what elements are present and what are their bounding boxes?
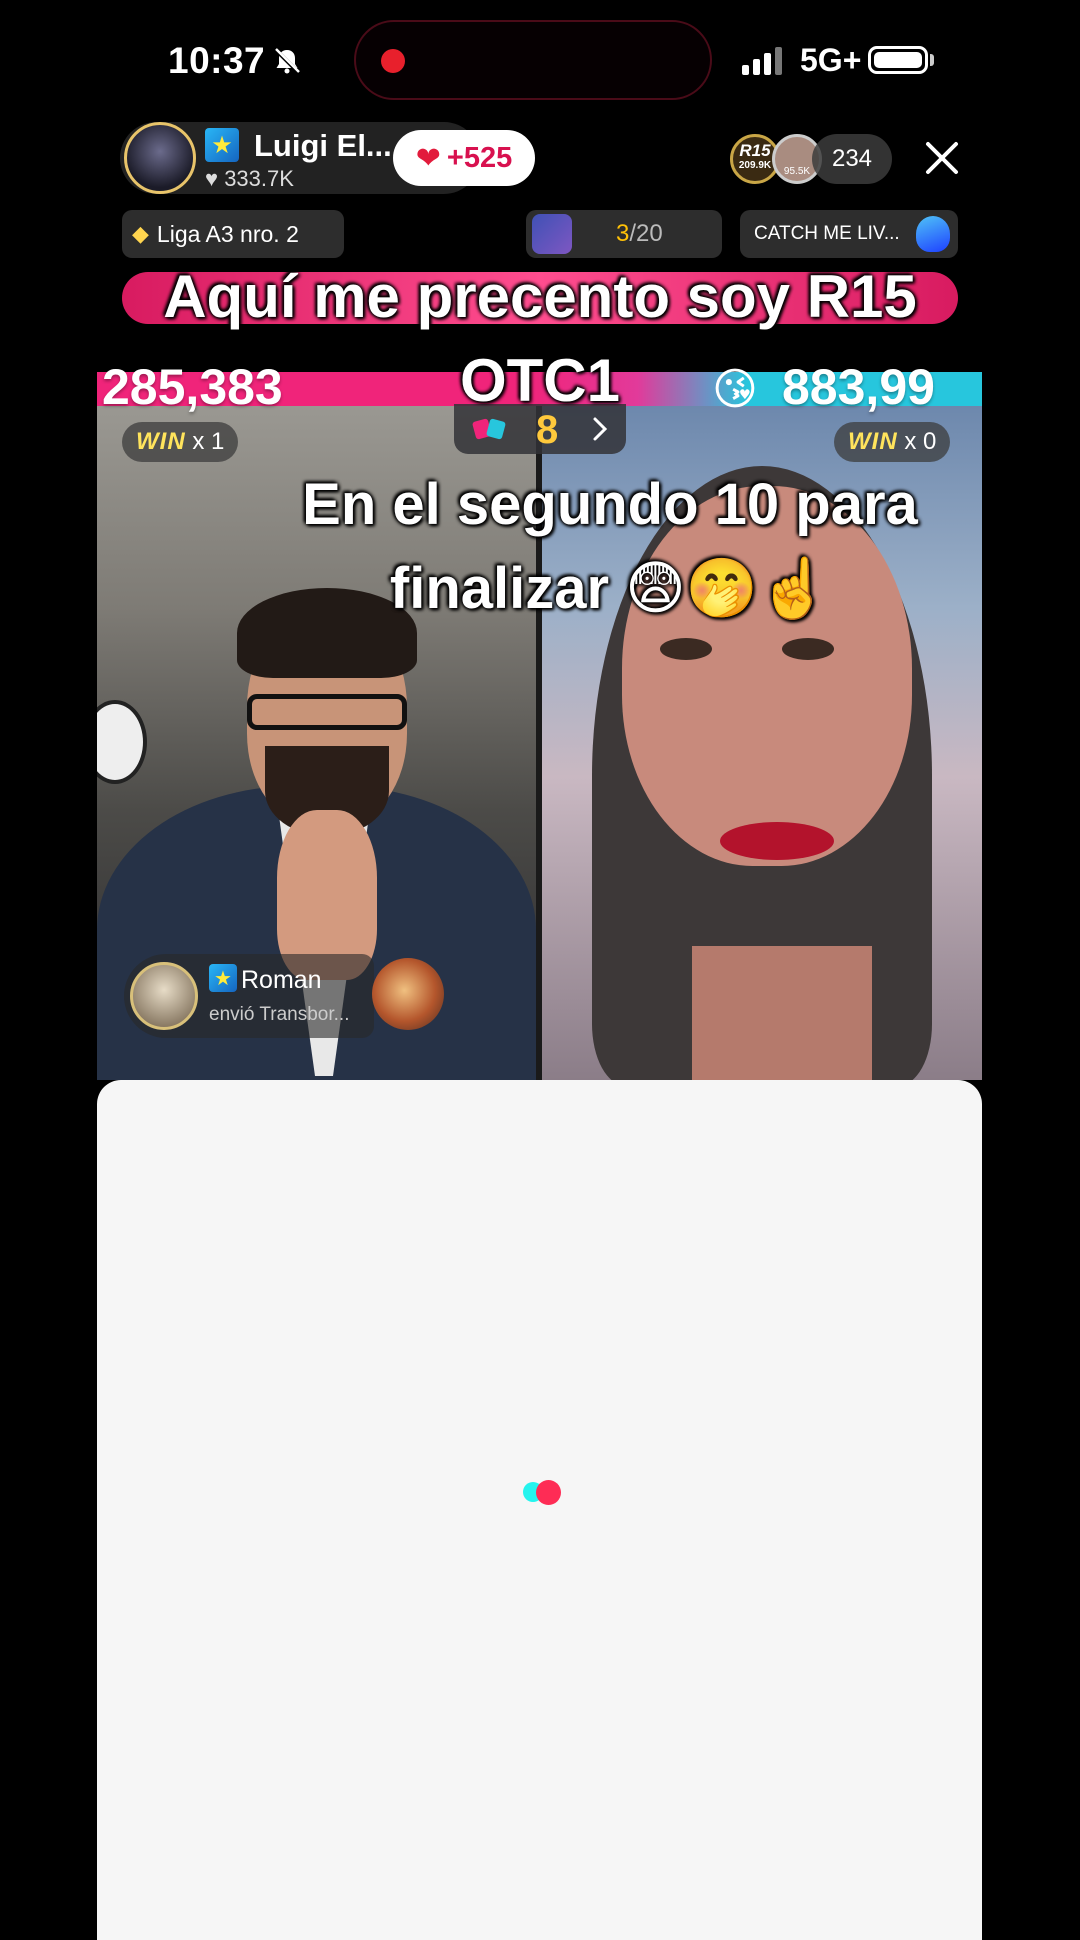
flame-icon [916, 216, 950, 252]
caption-line-2: En el segundo 10 para [302, 472, 918, 537]
caption-line-1b: OTC1 [459, 347, 621, 414]
rocket-gift-icon [372, 958, 444, 1030]
battery-tip [930, 54, 934, 66]
signal-icon [742, 47, 782, 75]
recording-indicator-icon [381, 49, 405, 73]
network-type: 5G+ [800, 42, 862, 78]
like-boost-value: +525 [446, 141, 513, 174]
right-win-streak: WIN x 0 [834, 422, 951, 462]
gift-sender-avatar[interactable] [130, 962, 198, 1030]
rank-total: /20 [629, 220, 663, 247]
caption-line-2b: finalizar 😨🤭☝️ [389, 556, 831, 621]
left-win-count: x 1 [192, 428, 225, 455]
viewer-count[interactable]: 234 [812, 134, 892, 184]
top-viewer-score: 209.9K [738, 160, 772, 171]
status-time: 10:37 [168, 40, 266, 81]
dynamic-island [354, 20, 712, 100]
gift-sender-name: Roman [241, 966, 322, 994]
top-viewer-label: R15 [739, 141, 771, 160]
host-avatar[interactable] [124, 122, 196, 194]
close-icon[interactable] [922, 138, 962, 178]
win-label: WIN [136, 428, 186, 455]
chevron-right-icon [593, 417, 608, 441]
gift-message: envió Transbor... [209, 1004, 350, 1025]
second-viewer-score: 95.5K [783, 166, 811, 177]
host-likes-count: 333.7K [224, 166, 294, 191]
right-win-count: x 0 [904, 428, 937, 455]
host-name[interactable]: Luigi El... [254, 128, 392, 164]
league-badge[interactable]: ◆ Liga A3 nro. 2 [122, 210, 344, 258]
battery-icon [868, 46, 928, 74]
diamond-icon: ◆ [132, 221, 149, 246]
star-badge-icon: ★ [209, 964, 237, 992]
heart-icon: ❤ [415, 141, 441, 175]
like-boost-button[interactable]: ❤ +525 [393, 130, 535, 186]
promo-label: CATCH ME LIV... [754, 223, 900, 244]
wall-clock [97, 700, 147, 784]
ranking-box[interactable]: 3/20 [526, 210, 722, 258]
star-badge-icon: ★ [205, 128, 239, 162]
caption-line-1: Aquí me precento soy R15 [163, 263, 917, 330]
silent-bell-icon [273, 47, 301, 75]
left-win-streak: WIN x 1 [122, 422, 239, 462]
loading-dot-red-icon [536, 1480, 561, 1505]
rank-current: 3 [616, 220, 630, 247]
league-label: Liga A3 nro. 2 [156, 220, 299, 247]
battle-gift-icon [472, 418, 506, 440]
host-likes: ♥ 333.7K [205, 166, 294, 191]
promo-banner[interactable]: CATCH ME LIV... [740, 210, 958, 258]
tiktok-live-logo-icon [532, 214, 572, 254]
bottom-sheet[interactable] [97, 1080, 982, 1940]
win-label: WIN [848, 428, 898, 455]
